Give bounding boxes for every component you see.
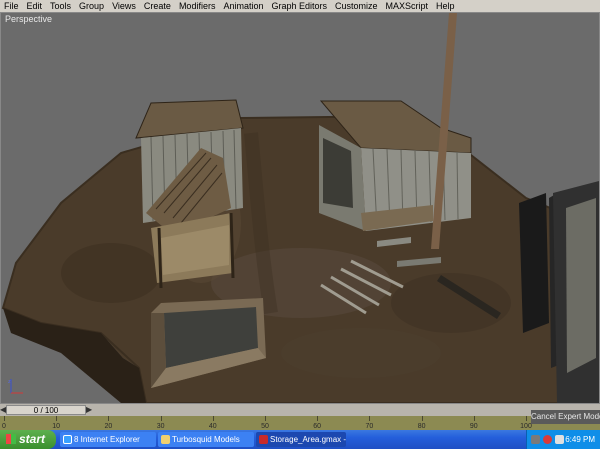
trackbar-tick-label: 90 xyxy=(469,423,478,430)
folder-icon xyxy=(161,435,170,444)
trackbar-tick-label: 50 xyxy=(261,423,269,430)
time-slider-next-arrow[interactable]: ▶ xyxy=(86,405,92,415)
trackbar-tick xyxy=(369,416,371,421)
windows-taskbar: start 8 Internet Explorer Turbosquid Mod… xyxy=(0,430,600,449)
time-slider-thumb[interactable]: 0 / 100 xyxy=(6,405,86,415)
track-bar[interactable]: 0 10 20 30 40 50 60 70 80 90 100 xyxy=(0,416,600,430)
gmax-icon xyxy=(259,435,268,444)
menu-help[interactable]: Help xyxy=(432,0,459,12)
taskbar-item-storage-area-gmax[interactable]: Storage_Area.gmax -... xyxy=(256,432,346,447)
tray-app-icon[interactable] xyxy=(531,435,540,444)
start-label: start xyxy=(19,432,46,446)
trackbar-tick-label: 80 xyxy=(417,423,426,430)
menu-tools[interactable]: Tools xyxy=(46,0,75,12)
taskbar-item-internet-explorer[interactable]: 8 Internet Explorer xyxy=(60,432,156,447)
trackbar-tick-label: 0 xyxy=(2,423,6,430)
trackbar-tick-label: 20 xyxy=(104,423,113,430)
start-button[interactable]: start xyxy=(0,430,56,449)
menu-graph-editors[interactable]: Graph Editors xyxy=(267,0,331,12)
internet-explorer-icon xyxy=(63,435,72,444)
time-slider-prev-arrow[interactable]: ◀ xyxy=(0,405,6,415)
trackbar-tick-label: 30 xyxy=(156,423,165,430)
windows-logo-icon xyxy=(6,434,16,444)
trackbar-tick-label: 40 xyxy=(208,423,217,430)
menu-group[interactable]: Group xyxy=(75,0,108,12)
trackbar-tick-label: 70 xyxy=(365,423,374,430)
axis-gizmo: z xyxy=(8,379,23,394)
cancel-expert-mode-button[interactable]: Cancel Expert Mode xyxy=(531,410,600,424)
scene-render xyxy=(1,13,599,403)
trackbar-tick xyxy=(473,416,475,421)
menu-edit[interactable]: Edit xyxy=(23,0,47,12)
menu-customize[interactable]: Customize xyxy=(331,0,382,12)
menu-maxscript[interactable]: MAXScript xyxy=(382,0,433,12)
trackbar-tick xyxy=(108,416,110,421)
menu-modifiers[interactable]: Modifiers xyxy=(175,0,220,12)
trackbar-tick xyxy=(160,416,162,421)
trackbar-tick-label: 60 xyxy=(313,423,322,430)
volume-icon[interactable] xyxy=(555,435,564,444)
perspective-viewport[interactable]: Perspective z xyxy=(0,12,600,404)
menu-bar: File Edit Tools Group Views Create Modif… xyxy=(0,0,600,12)
trackbar-tick xyxy=(317,416,319,421)
taskbar-item-turbosquid-models[interactable]: Turbosquid Models xyxy=(158,432,254,447)
trackbar-tick-label: 10 xyxy=(52,423,61,430)
trackbar-tick xyxy=(212,416,214,421)
menu-animation[interactable]: Animation xyxy=(219,0,267,12)
trackbar-tick xyxy=(4,416,5,421)
menu-views[interactable]: Views xyxy=(108,0,140,12)
trackbar-tick xyxy=(526,416,527,421)
svg-text:z: z xyxy=(8,379,11,385)
menu-create[interactable]: Create xyxy=(140,0,175,12)
time-slider[interactable]: 0 / 100 ◀ ▶ xyxy=(0,404,600,416)
system-tray: 6:49 PM xyxy=(526,430,600,449)
clock[interactable]: 6:49 PM xyxy=(565,430,595,449)
menu-file[interactable]: File xyxy=(0,0,23,12)
trackbar-tick xyxy=(421,416,423,421)
security-icon[interactable] xyxy=(543,435,552,444)
trackbar-tick xyxy=(56,416,58,421)
trackbar-tick xyxy=(265,416,266,421)
trackbar-tick-label: 100 xyxy=(520,423,532,430)
